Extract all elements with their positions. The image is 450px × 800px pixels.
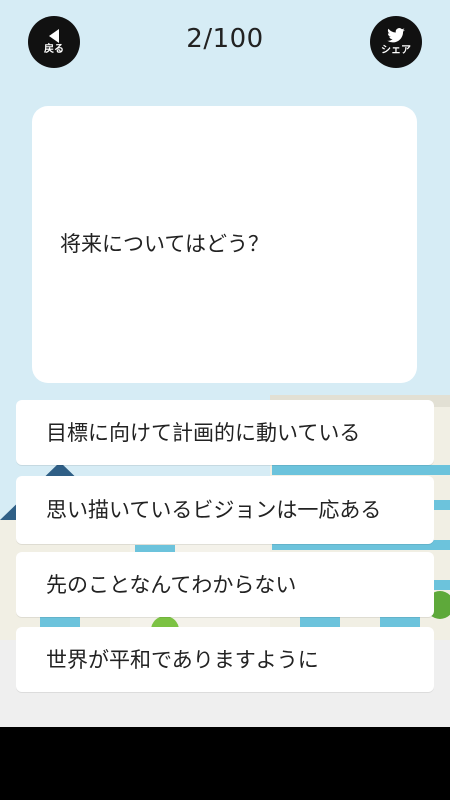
answer-label: 思い描いているビジョンは一応ある — [46, 498, 382, 522]
back-button-label: 戻る — [44, 43, 64, 55]
answer-option-3[interactable]: 先のことなんてわからない — [16, 552, 434, 617]
bottom-black-bar — [0, 727, 450, 800]
app-screen: 戻る 2/100 シェア 将来についてはどう？ 目標に向けて計画的に動いている … — [0, 0, 450, 727]
question-text: 将来についてはどう？ — [60, 232, 269, 256]
share-button-label: シェア — [381, 44, 411, 56]
answer-option-4[interactable]: 世界が平和でありますように — [16, 627, 434, 692]
answer-option-2[interactable]: 思い描いているビジョンは一応ある — [16, 476, 434, 544]
share-button[interactable]: シェア — [370, 16, 422, 68]
answer-label: 世界が平和でありますように — [46, 647, 319, 672]
answer-option-1[interactable]: 目標に向けて計画的に動いている — [16, 400, 434, 465]
answer-label: 先のことなんてわからない — [46, 572, 297, 597]
back-arrow-icon — [49, 28, 59, 43]
answer-label: 目標に向けて計画的に動いている — [46, 420, 361, 445]
question-counter: 2/100 — [186, 24, 264, 54]
twitter-bird-icon — [387, 27, 405, 42]
question-card: 将来についてはどう？ — [32, 106, 417, 383]
back-button[interactable]: 戻る — [28, 16, 80, 68]
